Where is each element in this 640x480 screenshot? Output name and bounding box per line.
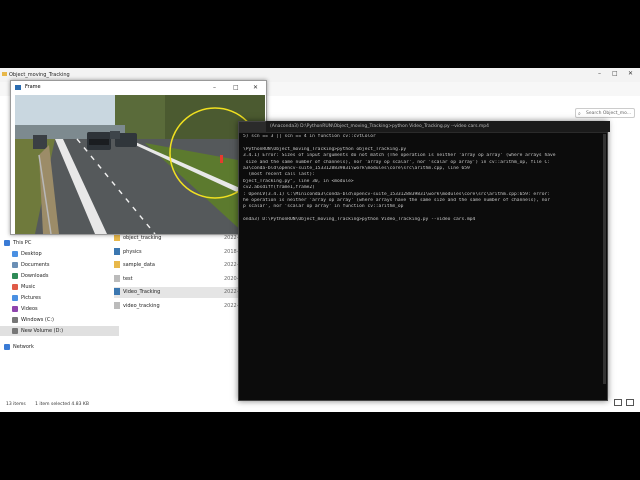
nav-item-label: Downloads [21,273,49,279]
terminal-scrollbar[interactable] [603,134,606,384]
terminal-header-command: (Anaconda3) D:\PythonRUN\Object_moving_T… [266,121,610,132]
road-video-image [15,95,265,234]
file-icon [114,247,120,255]
terminal-line: size and the same number of channels), n… [243,159,550,165]
file-row[interactable]: Video_Tracking 2022-0 [114,287,242,298]
file-name: test [123,275,133,282]
tiles-view-icon[interactable] [626,399,634,406]
nav-item[interactable]: Downloads [0,271,119,281]
nav-item-label: Desktop [21,251,42,257]
status-item-count: 13 items [6,402,26,407]
file-date: 2018- [224,248,239,255]
nav-item-icon [12,305,18,312]
file-name: Video_Tracking [123,289,161,295]
file-row[interactable]: physics 2018- [114,247,239,258]
terminal-output[interactable]: 5) scn == 3 || scn == 4 in function cv::… [243,134,601,223]
video-frame [15,95,265,234]
search-placeholder: Search Object_mo... [586,111,632,116]
maximize-icon[interactable]: □ [612,70,618,77]
nav-item-label: This PC [13,240,32,246]
file-row[interactable]: test 2020-0 [114,274,242,285]
file-row[interactable]: sample_data 2022-0 [114,260,242,271]
nav-item[interactable]: Windows (C:) [0,315,119,325]
nav-item-label: Pictures [21,295,41,301]
nav-item-label: Network [13,344,34,350]
nav-item[interactable]: Network [0,342,111,352]
frame-minimize-icon[interactable]: – [213,81,216,94]
details-view-icon[interactable] [614,399,622,406]
nav-item[interactable]: Music [0,282,119,292]
status-selection: 1 item selected 4.83 KB [35,402,89,407]
nav-item-label: Windows (C:) [21,317,54,323]
nav-item[interactable]: Desktop [0,249,119,259]
nav-item-icon [12,316,18,323]
file-name: object_tracking [123,235,162,241]
file-icon [114,274,120,282]
file-name: sample_data [123,262,155,268]
file-icon [114,301,120,309]
nav-item-icon [12,261,18,268]
terminal-line: : OpenCV(3.4.1) C:\Miniconda3\conda-bld\… [243,191,550,197]
file-name: video_tracking [123,302,160,309]
nav-item-icon [12,327,18,334]
frame-maximize-icon[interactable]: □ [233,81,239,94]
frame-title: Frame [25,84,41,90]
status-bar: 13 items 1 item selected 4.83 KB [6,402,97,407]
terminal-window[interactable]: – □ ✕ 5) scn == 3 || scn == 4 in functio… [238,121,608,401]
nav-item-label: Videos [21,306,38,312]
file-row[interactable]: video_tracking 2022-0 [114,301,242,312]
nav-item-icon [12,250,18,257]
frame-title-bar: Frame – □ ✕ [11,81,266,94]
nav-item-icon [12,283,18,290]
search-icon: ⌕ [578,111,581,117]
nav-item-label: Music [21,284,36,290]
nav-item[interactable]: Pictures [0,293,119,303]
close-icon[interactable]: ✕ [628,70,633,77]
folder-icon [114,261,120,268]
nav-item-icon [4,239,10,246]
nav-item-label: New Volume (D:) [21,328,64,334]
explorer-title: Object_moving_Tracking [9,72,70,78]
terminal-line: onda3) D:\PythonRUN\Object_moving_Tracki… [243,217,476,223]
folder-icon [114,234,120,241]
nav-item-icon [4,343,10,350]
frame-window[interactable]: Frame – □ ✕ [10,80,267,235]
app-icon [15,85,21,90]
file-icon [114,288,120,295]
nav-item[interactable]: Videos [0,304,119,314]
nav-item[interactable]: Documents [0,260,119,270]
minimize-icon[interactable]: – [598,70,601,77]
search-input[interactable]: ⌕ Search Object_mo... [575,108,635,118]
nav-item-label: Documents [21,262,50,268]
frame-close-icon[interactable]: ✕ [253,81,258,94]
nav-item-icon [12,294,18,301]
nav-item[interactable]: This PC [0,238,111,248]
file-name: physics [123,248,142,255]
folder-icon [2,72,7,76]
nav-item-icon [12,272,18,279]
nav-item[interactable]: New Volume (D:) [0,326,119,336]
desktop-screen: Object_moving_Tracking – □ ✕ ⌕ Search Ob… [0,68,640,412]
terminal-line: 3.4.1) Error: Sizes of input arguments d… [243,153,556,159]
